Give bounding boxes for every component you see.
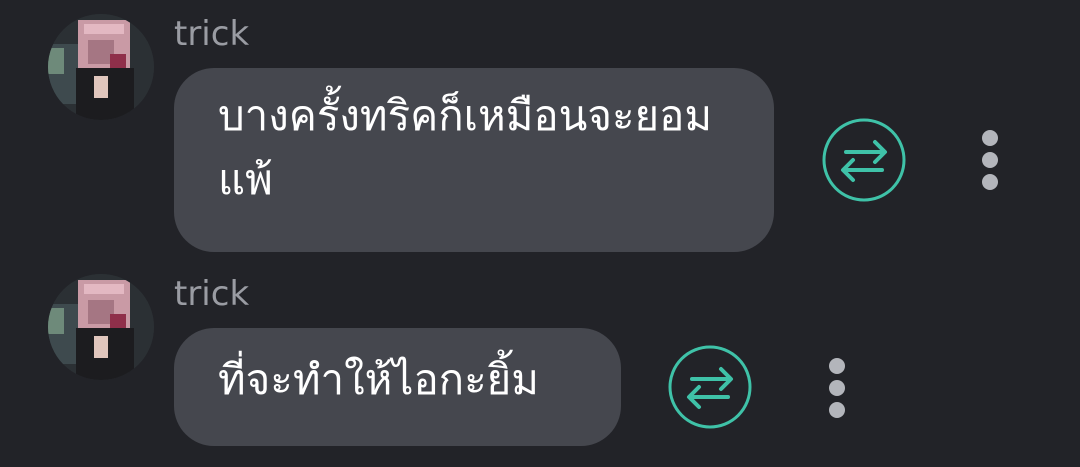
more-vertical-icon[interactable] [975, 124, 1005, 196]
sender-name: trick [174, 274, 250, 314]
avatar-image [48, 274, 154, 380]
translate-arrows-icon[interactable] [668, 345, 752, 429]
message-item: trick บางครั้งทริคก็เหมือนจะยอมแพ้ [0, 0, 1080, 260]
message-bubble[interactable]: ที่จะทำให้ไอกะยิ้ม [174, 328, 621, 446]
translate-arrows-icon[interactable] [822, 118, 906, 202]
avatar[interactable] [48, 14, 154, 120]
message-item: trick ที่จะทำให้ไอกะยิ้ม [0, 260, 1080, 467]
avatar[interactable] [48, 274, 154, 380]
message-bubble[interactable]: บางครั้งทริคก็เหมือนจะยอมแพ้ [174, 68, 774, 252]
more-vertical-icon[interactable] [822, 352, 852, 424]
sender-name: trick [174, 14, 250, 54]
avatar-image [48, 14, 154, 120]
